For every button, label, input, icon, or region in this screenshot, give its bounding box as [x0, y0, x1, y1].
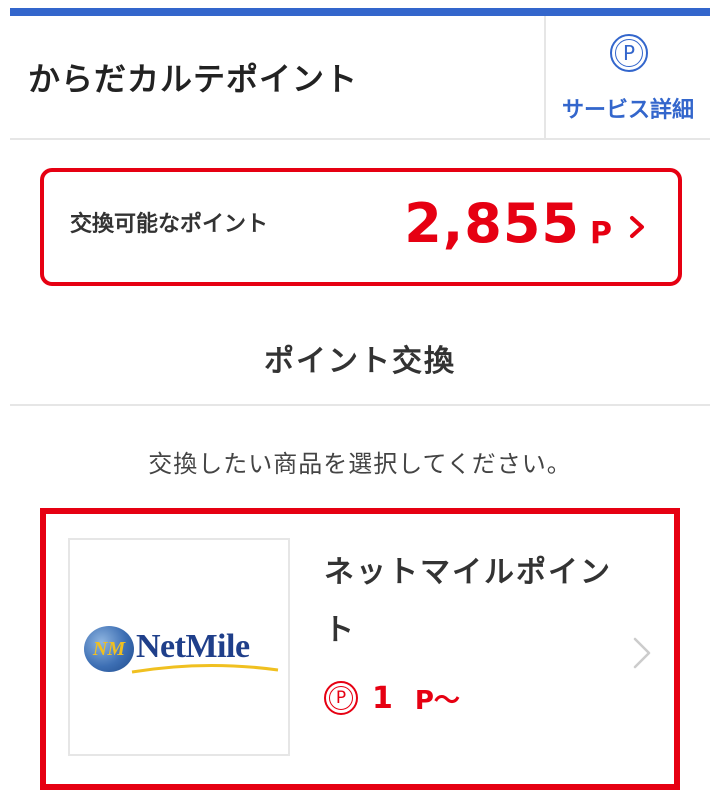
point-icon-letter: P	[335, 688, 347, 708]
point-icon: P	[324, 681, 358, 715]
section-title: ポイント交換	[264, 344, 456, 379]
instruction-text: 交換したい商品を選択してください。	[148, 450, 572, 478]
available-points-value: 2,855	[404, 192, 580, 255]
logo-wordmark: NetMile	[136, 628, 250, 665]
available-points-unit: P	[590, 216, 612, 251]
product-card-netmile[interactable]: NM NetMile ネットマイルポイント P 1 P〜	[40, 508, 680, 790]
logo-mark-text: NM	[92, 638, 126, 660]
product-price: P 1 P〜	[324, 678, 460, 718]
section-divider	[10, 404, 710, 406]
available-points-label: 交換可能なポイント	[70, 212, 269, 237]
logo-swoosh	[131, 663, 279, 674]
price-value: 1	[372, 680, 393, 716]
service-details-button[interactable]: P サービス詳細	[546, 16, 710, 138]
netmile-globe-logo: NM	[84, 626, 134, 672]
point-icon-letter: P	[622, 41, 636, 65]
top-accent-bar	[10, 8, 710, 16]
point-icon: P	[610, 34, 648, 72]
product-name: ネットマイルポイント	[324, 555, 612, 648]
service-details-label: サービス詳細	[561, 98, 694, 123]
chevron-right-icon	[633, 637, 651, 669]
chevron-right-icon	[630, 216, 644, 238]
product-logo-image: NM NetMile	[68, 538, 290, 756]
page-title: からだカルテポイント	[28, 60, 359, 98]
available-points-card[interactable]: 交換可能なポイント 2,855 P	[40, 168, 682, 286]
price-unit: P〜	[414, 685, 460, 716]
page-header: からだカルテポイント P サービス詳細	[10, 16, 710, 140]
